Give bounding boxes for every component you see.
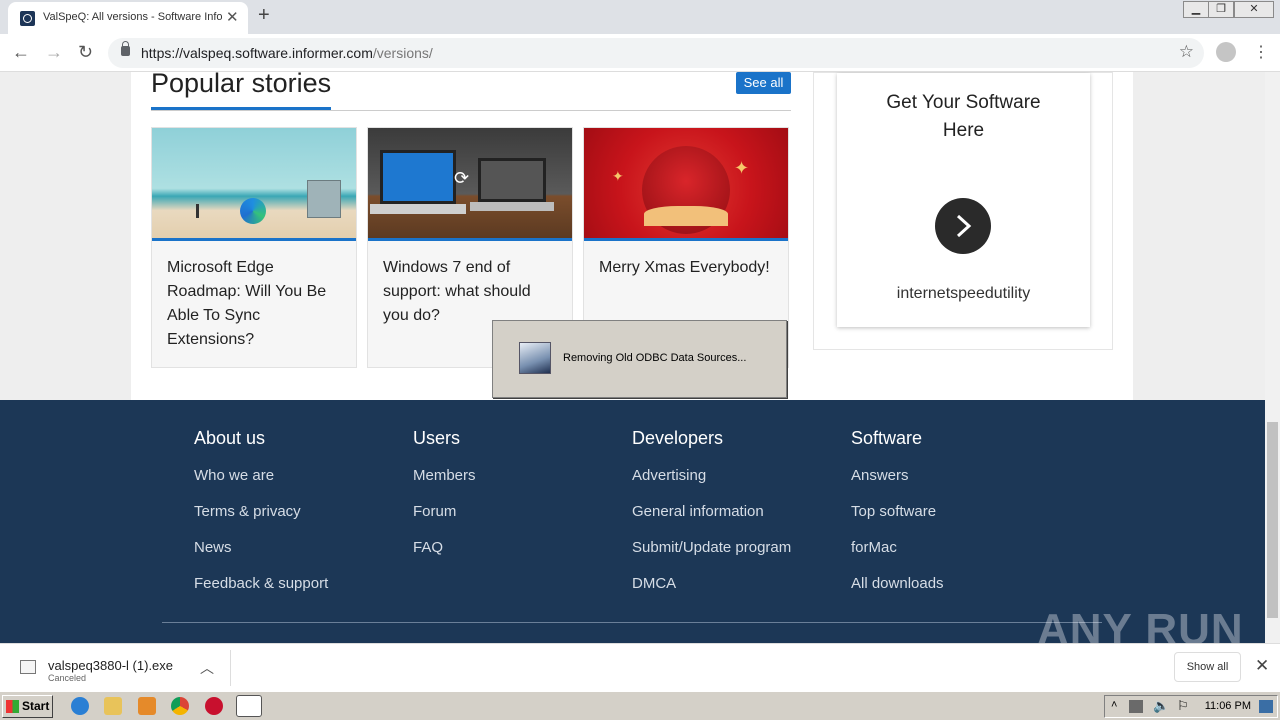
footer-link[interactable]: Terms & privacy: [194, 503, 328, 539]
file-icon: [20, 660, 36, 674]
footer-link[interactable]: FAQ: [413, 539, 476, 575]
site-footer: About us Who we are Terms & privacy News…: [0, 400, 1265, 643]
footer-link[interactable]: Forum: [413, 503, 476, 539]
show-hidden-icons-icon[interactable]: ˄: [1111, 699, 1117, 711]
account-avatar-icon[interactable]: [1216, 42, 1236, 62]
installer-icon: [519, 342, 551, 374]
anyrun-watermark: ANY RUN: [1037, 605, 1244, 643]
url-text[interactable]: https://valspeq.software.informer.com/ve…: [141, 45, 433, 61]
card-accent-bar: [368, 238, 572, 241]
installer-task-icon[interactable]: [236, 695, 262, 717]
tab-strip: ValSpeQ: All versions - Software Informe…: [0, 0, 1280, 34]
chevron-right-icon: [956, 214, 972, 238]
story-image-beach[interactable]: [152, 128, 356, 238]
card-accent-bar: [152, 238, 356, 241]
footer-heading: Software: [851, 428, 923, 448]
footer-link[interactable]: Who we are: [194, 467, 328, 503]
scrollbar-thumb[interactable]: [1267, 422, 1278, 618]
folder-icon[interactable]: [104, 697, 122, 715]
tab-title: ValSpeQ: All versions - Software Informe…: [43, 11, 223, 23]
footer-heading: Users: [413, 428, 461, 448]
footer-column-software: Software Answers Top software forMac All…: [851, 428, 944, 611]
browser-toolbar: ← → ↻ https://valspeq.software.informer.…: [0, 34, 1280, 72]
software-promo-card[interactable]: Get Your Software Here internetspeedutil…: [837, 73, 1090, 327]
story-image-laptops[interactable]: ⟳: [368, 128, 572, 238]
footer-link[interactable]: General information: [632, 503, 791, 539]
promo-app-name[interactable]: internetspeedutility: [837, 285, 1090, 303]
lock-icon: [121, 41, 130, 56]
story-title[interactable]: Microsoft Edge Roadmap: Will You Be Able…: [167, 256, 342, 352]
footer-link[interactable]: forMac: [851, 539, 944, 575]
bookmark-star-icon[interactable]: ☆: [1179, 42, 1194, 62]
ie-icon[interactable]: [71, 697, 89, 715]
story-title[interactable]: Windows 7 end of support: what should yo…: [383, 256, 558, 328]
sidebar: Get Your Software Here internetspeedutil…: [813, 72, 1113, 350]
url-path: /versions/: [372, 45, 433, 61]
installer-progress-dialog: Removing Old ODBC Data Sources...: [492, 320, 787, 398]
taskbar: Start ˄ 🔈 ⚐ 11:06 PM: [0, 691, 1280, 720]
windows-flag-icon: [6, 700, 19, 713]
close-icon[interactable]: ✕: [1255, 656, 1269, 676]
footer-heading: About us: [194, 428, 266, 448]
story-image-christmas[interactable]: ✦ ✦: [584, 128, 788, 238]
media-player-icon[interactable]: [138, 697, 156, 715]
footer-link[interactable]: Members: [413, 467, 476, 503]
promo-title: Get Your Software Here: [886, 92, 1041, 141]
divider: [230, 650, 231, 686]
minimize-window-button[interactable]: ▁: [1183, 1, 1209, 18]
start-label: Start: [22, 699, 50, 713]
story-title[interactable]: Merry Xmas Everybody!: [599, 256, 774, 280]
chevron-up-icon[interactable]: ︿: [200, 658, 214, 678]
footer-column-developers: Developers Advertising General informati…: [632, 428, 791, 611]
action-center-flag-icon[interactable]: ⚐: [1177, 698, 1189, 714]
download-bar: valspeq3880-l (1).exe Canceled ︿ Show al…: [0, 643, 1280, 691]
footer-link[interactable]: Answers: [851, 467, 944, 503]
footer-column-users: Users Members Forum FAQ: [413, 428, 476, 575]
antivirus-icon[interactable]: [205, 697, 223, 715]
clock[interactable]: 11:06 PM: [1205, 700, 1251, 712]
section-divider: [151, 110, 791, 111]
see-all-button[interactable]: See all: [736, 72, 791, 94]
show-desktop-icon[interactable]: [1259, 700, 1273, 713]
more-menu-icon[interactable]: ⋮: [1253, 42, 1269, 62]
back-arrow-icon[interactable]: ←: [12, 42, 30, 63]
download-file-name[interactable]: valspeq3880-l (1).exe: [48, 658, 173, 673]
footer-link[interactable]: Feedback & support: [194, 575, 328, 611]
download-status: Canceled: [48, 673, 87, 683]
footer-link[interactable]: Advertising: [632, 467, 791, 503]
restore-window-button[interactable]: ❐: [1208, 1, 1234, 18]
reload-icon[interactable]: ↻: [78, 42, 93, 63]
dialog-message: Removing Old ODBC Data Sources...: [563, 352, 747, 364]
forward-arrow-icon[interactable]: →: [45, 42, 63, 63]
close-window-button[interactable]: ✕: [1234, 1, 1274, 18]
chrome-icon[interactable]: [171, 697, 189, 715]
footer-link[interactable]: Submit/Update program: [632, 539, 791, 575]
url-host: https://valspeq.software.informer.com: [141, 45, 373, 61]
promo-go-button[interactable]: [935, 198, 991, 254]
card-accent-bar: [584, 238, 788, 241]
start-button[interactable]: Start: [2, 695, 53, 718]
footer-heading: Developers: [632, 428, 724, 448]
footer-link[interactable]: All downloads: [851, 575, 944, 611]
system-tray: ˄ 🔈 ⚐ 11:06 PM: [1104, 695, 1278, 718]
network-icon[interactable]: [1129, 700, 1143, 713]
story-card[interactable]: Microsoft Edge Roadmap: Will You Be Able…: [151, 127, 357, 368]
site-favicon-icon: [20, 11, 35, 26]
footer-divider: [162, 622, 1102, 623]
browser-tab[interactable]: ValSpeQ: All versions - Software Informe…: [8, 2, 248, 34]
footer-column-about: About us Who we are Terms & privacy News…: [194, 428, 328, 611]
footer-link[interactable]: Top software: [851, 503, 944, 539]
volume-icon[interactable]: 🔈: [1153, 698, 1169, 714]
address-bar[interactable]: https://valspeq.software.informer.com/ve…: [108, 38, 1204, 68]
close-tab-icon[interactable]: ✕: [226, 8, 239, 26]
vertical-scrollbar[interactable]: [1265, 72, 1280, 643]
new-tab-button[interactable]: +: [258, 4, 270, 27]
footer-link[interactable]: News: [194, 539, 328, 575]
footer-link[interactable]: DMCA: [632, 575, 791, 611]
section-title: Popular stories: [151, 72, 332, 98]
show-all-button[interactable]: Show all: [1174, 652, 1241, 682]
